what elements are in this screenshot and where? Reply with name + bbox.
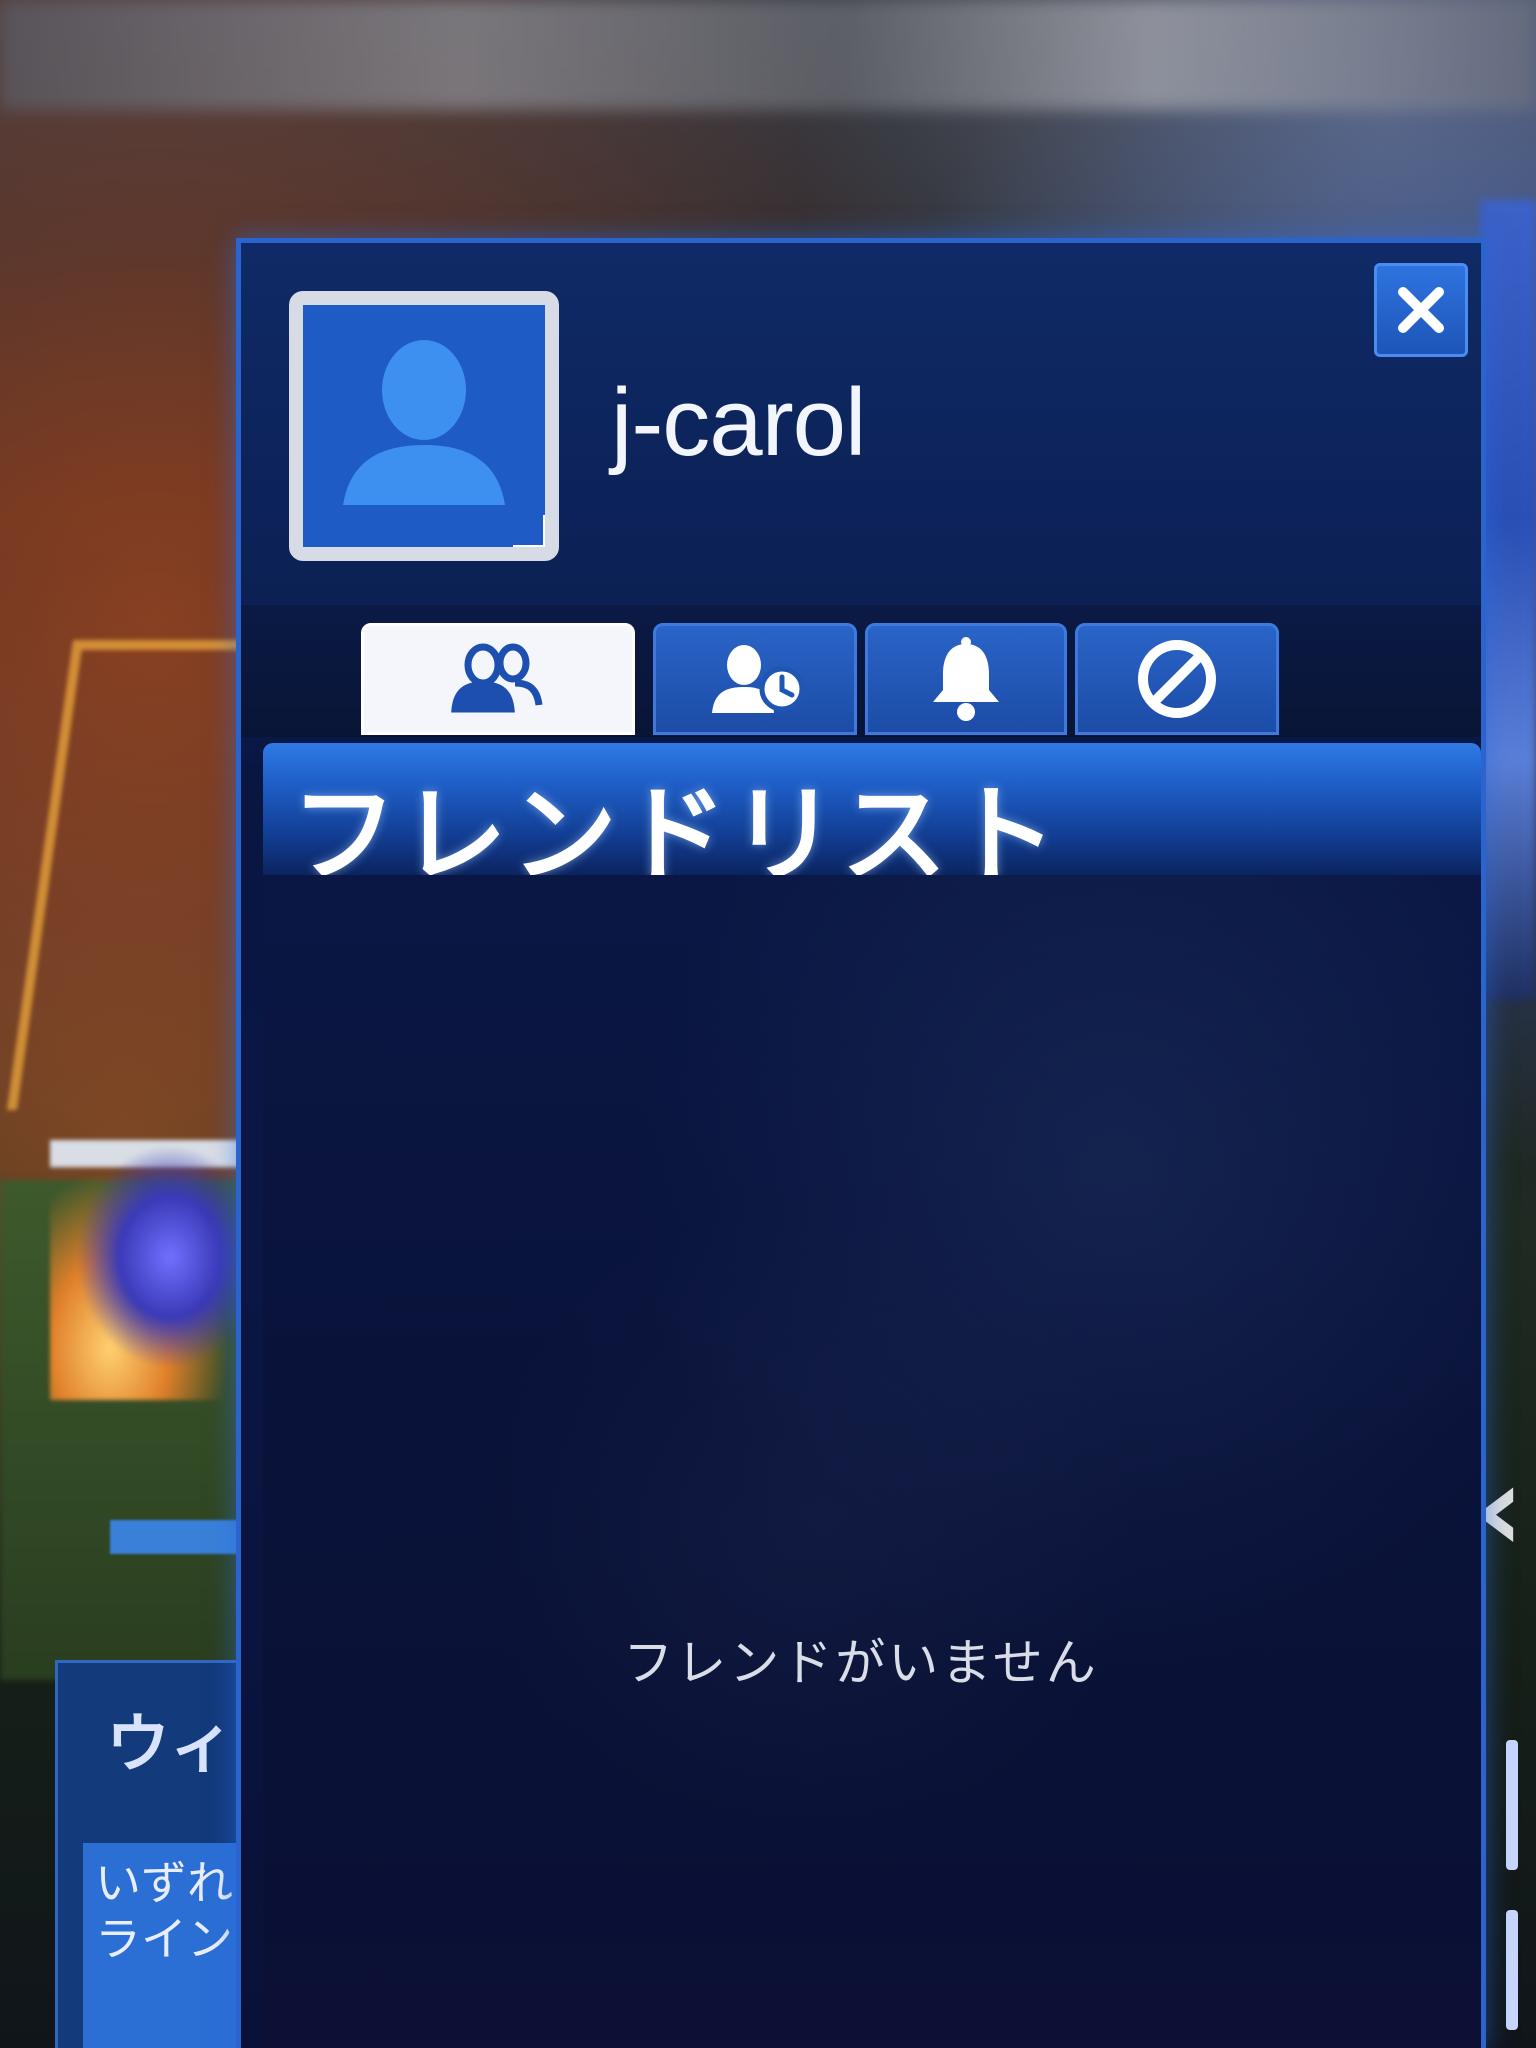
tab-friend-requests[interactable] <box>653 623 857 735</box>
friends-panel: j-carol フレンドリスト フレンドがいません <box>236 238 1486 2048</box>
close-button[interactable] <box>1374 263 1468 357</box>
background-car <box>50 1140 250 1400</box>
friend-pending-icon <box>712 645 805 713</box>
background-goal-frame <box>6 640 274 1110</box>
tab-blocked[interactable] <box>1075 623 1279 735</box>
person-silhouette-icon <box>303 305 545 547</box>
username: j-carol <box>611 369 866 476</box>
friends-icon <box>451 643 543 713</box>
friend-list[interactable] <box>263 875 1481 2048</box>
tab-notifications[interactable] <box>865 623 1067 735</box>
tab-friends[interactable] <box>361 623 635 735</box>
bell-icon <box>933 637 999 721</box>
background-right-bars <box>1500 1740 1536 2040</box>
background-top-ui-strip <box>0 0 1536 110</box>
background-side-card-text: いずれ ライン <box>95 1856 233 1966</box>
block-icon <box>1138 640 1216 718</box>
avatar[interactable] <box>289 291 559 561</box>
background-right-panel-edge <box>1480 200 1536 1000</box>
close-icon <box>1398 287 1444 333</box>
background-side-card-title: ウィ <box>106 1708 234 1782</box>
empty-friend-list-message: フレンドがいません <box>623 1634 1099 1692</box>
